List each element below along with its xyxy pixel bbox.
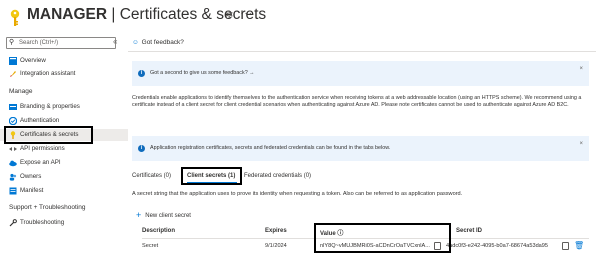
collapse-icon[interactable]: «	[113, 37, 117, 46]
column-header-description[interactable]: Description	[142, 228, 175, 234]
divider	[128, 51, 596, 52]
feedback-banner: i Got a second to give us some feedback?…	[132, 61, 589, 86]
manifest-icon	[9, 187, 17, 195]
info-banner: i Application registration certificates,…	[132, 136, 589, 161]
secret-expires: 9/1/2024	[265, 243, 287, 249]
section-support: Support + Troubleshooting	[9, 204, 86, 211]
column-header-expires[interactable]: Expires	[265, 228, 287, 234]
column-header-secret-id[interactable]: Secret ID	[456, 228, 482, 234]
highlight-box-client-secrets	[181, 167, 242, 185]
highlight-box-value	[314, 223, 451, 253]
plus-icon: +	[136, 210, 142, 220]
highlight-box-certificates	[4, 126, 93, 144]
key-icon	[10, 9, 20, 26]
grid-icon	[9, 57, 17, 65]
sidebar-item-branding[interactable]: Branding & properties	[0, 101, 128, 113]
main-content: ☺ Got feedback? i Got a second to give us…	[128, 33, 596, 253]
tab-federated-credentials[interactable]: Federated credentials (0)	[244, 173, 311, 179]
sidebar-item-owners[interactable]: Owners	[0, 171, 128, 183]
sidebar-item-manifest[interactable]: Manifest	[0, 185, 128, 197]
info-icon: i	[138, 145, 145, 152]
auth-icon	[9, 117, 17, 125]
new-client-secret-button[interactable]: + New client secret	[136, 210, 191, 220]
search-icon: ⚲	[9, 39, 15, 46]
wrench-icon	[9, 219, 17, 227]
cloud-icon	[9, 160, 17, 167]
tab-certificates[interactable]: Certificates (0)	[132, 173, 171, 179]
sidebar-item-integration-assistant[interactable]: Integration assistant	[0, 68, 128, 80]
secret-description: Secret	[142, 243, 159, 249]
rocket-icon	[10, 71, 16, 77]
sidebar-item-expose-api[interactable]: Expose an API	[0, 157, 128, 169]
pin-icon[interactable]: ✲	[225, 10, 233, 21]
feedback-icon: ☺	[132, 39, 139, 46]
close-icon[interactable]: ×	[579, 66, 583, 72]
search-placeholder: Search (Ctrl+/)	[19, 40, 59, 46]
feedback-banner-text[interactable]: Got a second to give us some feedback? →	[150, 70, 255, 76]
search-input[interactable]: ⚲ Search (Ctrl+/)	[6, 37, 116, 49]
secret-id: 4adc0f3-e242-4095-b0a7-68674a53da95	[446, 243, 549, 249]
sidebar-item-overview[interactable]: Overview	[0, 55, 128, 67]
sidebar: ⚲ Search (Ctrl+/) « Overview Integration…	[0, 33, 128, 253]
delete-icon[interactable]: 🗑	[574, 241, 584, 250]
client-secrets-description: A secret string that the application use…	[132, 191, 463, 197]
sidebar-item-troubleshooting[interactable]: Troubleshooting	[0, 217, 128, 229]
close-icon[interactable]: ×	[579, 141, 583, 147]
info-banner-text: Application registration certificates, s…	[150, 145, 391, 151]
feedback-link[interactable]: ☺ Got feedback?	[132, 39, 184, 46]
people-icon	[9, 173, 17, 181]
copy-secret-id-icon[interactable]	[562, 242, 569, 250]
credentials-description: Credentials enable applications to ident…	[132, 95, 582, 108]
api-icon	[9, 147, 17, 151]
branding-icon	[9, 104, 17, 110]
more-icon[interactable]: ···	[240, 8, 253, 19]
page-header: MANAGER | Certificates & secrets ✲ ···	[0, 0, 596, 30]
sidebar-item-api-permissions[interactable]: API permissions	[0, 143, 128, 155]
section-manage: Manage	[9, 88, 33, 95]
info-icon: i	[138, 70, 145, 77]
